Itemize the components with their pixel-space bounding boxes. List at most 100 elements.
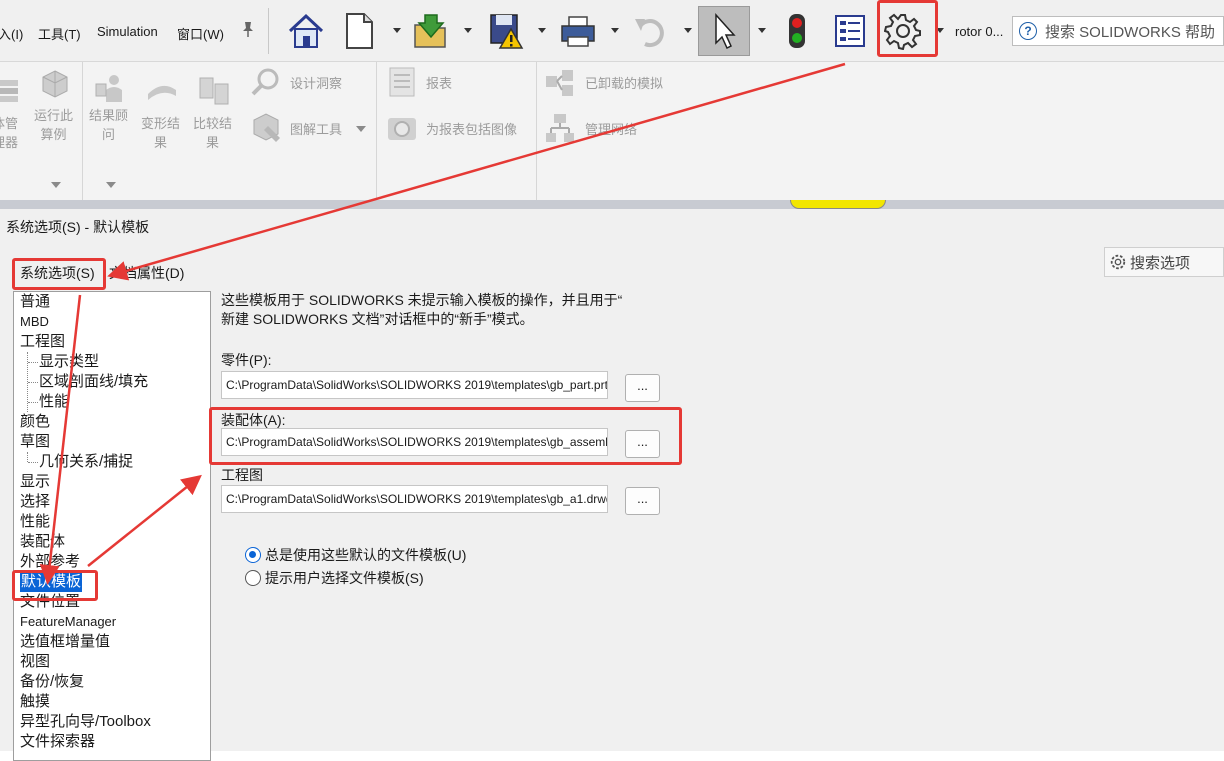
home-icon[interactable] [280, 6, 332, 56]
compare-results-label[interactable]: 比较结 果 [193, 114, 232, 152]
include-image-icon [388, 118, 416, 140]
undo-dropdown[interactable] [683, 26, 693, 36]
tree-item-featuremanager[interactable]: FeatureManager [20, 612, 116, 632]
menu-simulation[interactable]: Simulation [97, 24, 158, 39]
group2-expand[interactable] [106, 182, 116, 190]
tree-item-area-hatch[interactable]: 区域剖面线/填充 [39, 372, 148, 392]
help-search-placeholder: 搜索 SOLIDWORKS 帮助 [1045, 23, 1216, 41]
study-manager-icon [0, 80, 18, 102]
help-icon: ? [1019, 22, 1037, 40]
tree-item-display[interactable]: 显示 [20, 472, 50, 492]
new-document-icon[interactable] [333, 6, 385, 56]
plot-tools-label[interactable]: 图解工具 [290, 120, 342, 139]
graphics-area-strip [0, 200, 1224, 209]
tree-item-relations-snaps[interactable]: 几何关系/捕捉 [39, 452, 133, 472]
tree-item-hole-wizard-toolbox[interactable]: 异型孔向导/Toolbox [20, 712, 151, 732]
design-insight-label[interactable]: 设计洞察 [290, 74, 342, 93]
tree-item-drawing-performance[interactable]: 性能 [39, 392, 69, 412]
list-icon[interactable] [824, 6, 876, 56]
model-part-edge [790, 200, 886, 209]
annotation-box-gear [877, 0, 938, 57]
tree-item-sketch[interactable]: 草图 [20, 432, 50, 452]
results-advisor-label[interactable]: 结果顾 问 [89, 106, 128, 144]
radio-selected[interactable] [245, 547, 261, 563]
tab-document-properties[interactable]: 文档属性(D) [109, 263, 184, 283]
undo-icon[interactable] [625, 6, 677, 56]
pin-icon[interactable] [240, 20, 256, 43]
results-advisor-icon [95, 75, 122, 102]
options-tree: 普通 MBD 工程图 显示类型 区域剖面线/填充 性能 颜色 草图 几何关系/捕… [13, 291, 211, 761]
tree-item-display-style[interactable]: 显示类型 [39, 352, 99, 372]
drawing-label: 工程图 [221, 467, 263, 483]
help-search-box[interactable]: ? 搜索 SOLIDWORKS 帮助 [1012, 16, 1224, 46]
description-line-2: 新建 SOLIDWORKS 文档”对话框中的“新手”模式。 [221, 311, 534, 327]
templates-description: 这些模板用于 SOLIDWORKS 未提示输入模板的操作，并且用于“ 新建 SO… [221, 291, 622, 329]
part-browse-button[interactable]: ... [625, 374, 660, 402]
search-options-box[interactable]: 搜索选项 [1104, 247, 1224, 277]
plot-tools-icon [253, 113, 280, 142]
open-icon[interactable] [405, 6, 457, 56]
always-use-templates-label: 总是使用这些默认的文件模板(U) [265, 547, 467, 563]
options-tabbar: 系统选项(S) 文档属性(D) [0, 249, 1224, 287]
simulation-ribbon: 体管 理器 运行此 算例 结果顾 问 变形结 果 比较结 果 设计洞察 图解工具… [0, 62, 1224, 208]
tree-item-touch[interactable]: 触摸 [20, 692, 50, 712]
tree-item-view[interactable]: 视图 [20, 652, 50, 672]
manage-network-icon [546, 114, 574, 142]
annotation-box-assembly-field [209, 407, 682, 465]
system-options-dialog: 系统选项(S) - 默认模板 系统选项(S) 文档属性(D) 搜索选项 普通 M… [0, 209, 1224, 761]
deformed-result-icon [148, 85, 176, 100]
tree-item-selection[interactable]: 选择 [20, 492, 50, 512]
save-dropdown[interactable] [537, 26, 547, 36]
drawing-browse-button[interactable]: ... [625, 487, 660, 515]
menu-tools[interactable]: 工具(T) [38, 24, 81, 43]
tree-item-colors[interactable]: 颜色 [20, 412, 50, 432]
open-dropdown[interactable] [463, 26, 473, 36]
menu-window[interactable]: 窗口(W) [177, 24, 224, 43]
select-dropdown[interactable] [757, 26, 767, 36]
annotation-box-default-templates [12, 570, 98, 601]
prompt-user-template-option[interactable]: 提示用户选择文件模板(S) [245, 568, 424, 588]
run-study-icon [42, 70, 68, 98]
select-arrow-icon[interactable] [698, 6, 750, 56]
offloaded-simulation-icon [546, 70, 573, 96]
print-dropdown[interactable] [610, 26, 620, 36]
document-title: rotor 0... [955, 24, 1004, 39]
top-toolbar: 入(I) 工具(T) Simulation 窗口(W) rotor 0... ?… [0, 0, 1224, 62]
offloaded-simulation-label[interactable]: 已卸载的模拟 [585, 74, 663, 93]
tree-item-spin-box-increments[interactable]: 选值框增量值 [20, 632, 110, 652]
report-label[interactable]: 报表 [426, 74, 452, 93]
tree-item-performance[interactable]: 性能 [20, 512, 50, 532]
prompt-user-template-label: 提示用户选择文件模板(S) [265, 570, 424, 586]
tree-item-backup-recover[interactable]: 备份/恢复 [20, 672, 84, 692]
plot-tools-dropdown[interactable] [356, 126, 366, 134]
deformed-result-label[interactable]: 变形结 果 [141, 114, 180, 152]
annotation-box-system-tab [12, 258, 106, 290]
traffic-light-icon[interactable] [771, 6, 823, 56]
run-study-label[interactable]: 运行此 算例 [34, 106, 73, 144]
dialog-title: 系统选项(S) - 默认模板 [6, 219, 150, 235]
tree-item-file-explorer[interactable]: 文件探索器 [20, 732, 95, 752]
radio-unselected[interactable] [245, 570, 261, 586]
always-use-templates-option[interactable]: 总是使用这些默认的文件模板(U) [245, 545, 466, 565]
study-manager-label[interactable]: 体管 理器 [0, 114, 18, 152]
tree-item-assemblies[interactable]: 装配体 [20, 532, 65, 552]
drawing-template-field[interactable]: C:\ProgramData\SolidWorks\SOLIDWORKS 201… [221, 485, 608, 513]
print-icon[interactable] [552, 6, 604, 56]
group1-expand[interactable] [51, 182, 61, 190]
manage-network-label[interactable]: 管理网络 [585, 120, 637, 139]
tree-item-external-references[interactable]: 外部参考 [20, 552, 80, 572]
part-label: 零件(P): [221, 352, 272, 368]
gear-icon [1110, 254, 1126, 270]
design-insight-icon [251, 68, 279, 96]
tree-item-mbd[interactable]: MBD [20, 312, 49, 332]
save-warning-icon[interactable] [479, 6, 531, 56]
tree-item-drawings[interactable]: 工程图 [20, 332, 65, 352]
part-template-field[interactable]: C:\ProgramData\SolidWorks\SOLIDWORKS 201… [221, 371, 608, 399]
search-options-label: 搜索选项 [1130, 254, 1191, 272]
menu-insert[interactable]: 入(I) [0, 24, 23, 43]
new-dropdown[interactable] [392, 26, 402, 36]
report-icon [389, 67, 415, 97]
tree-item-general[interactable]: 普通 [20, 292, 50, 312]
description-line-1: 这些模板用于 SOLIDWORKS 未提示输入模板的操作，并且用于“ [221, 292, 623, 308]
include-image-label[interactable]: 为报表包括图像 [426, 120, 517, 139]
